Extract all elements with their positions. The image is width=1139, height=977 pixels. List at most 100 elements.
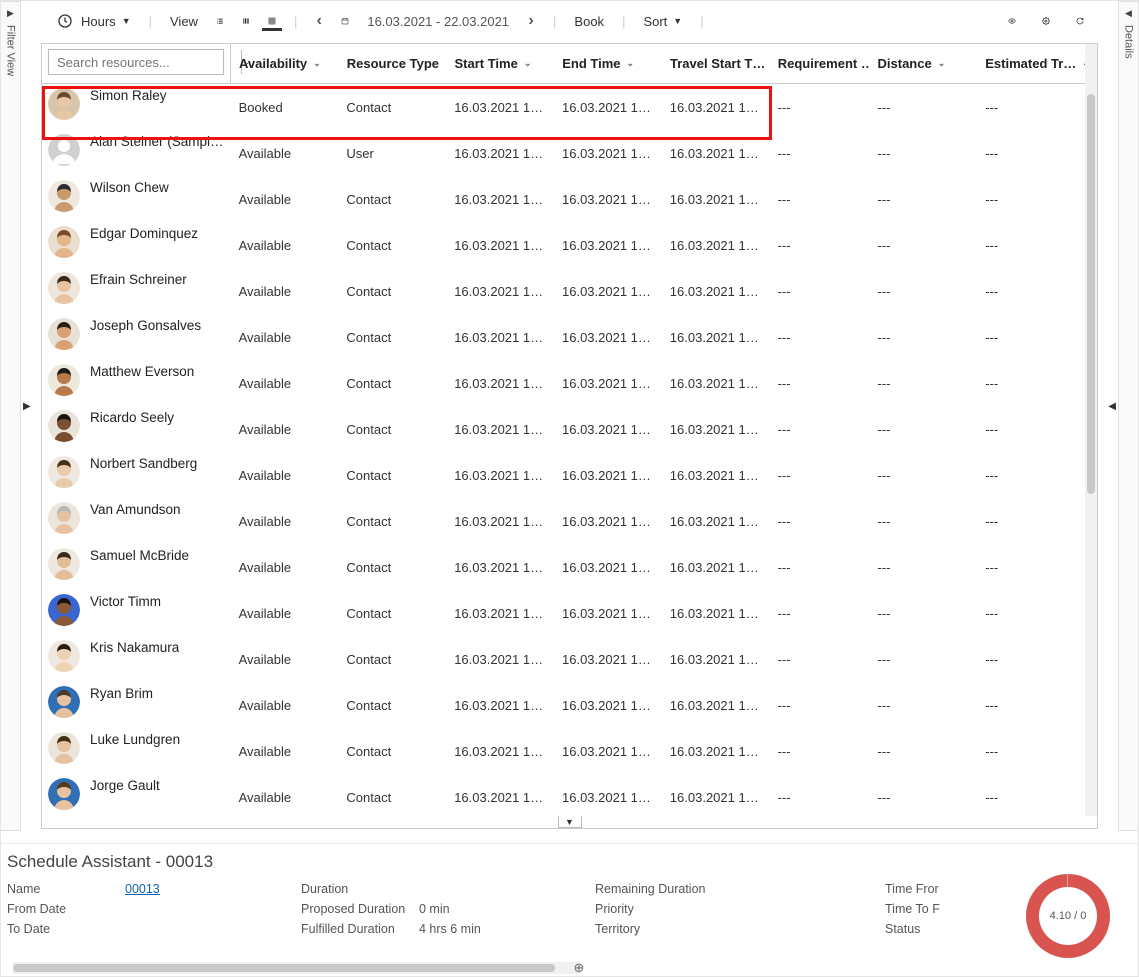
cell-travel-start: 16.03.2021 1… (662, 268, 770, 314)
resource-row[interactable]: Matthew EversonAvailableContact16.03.202… (42, 360, 1085, 406)
separator: | (700, 14, 703, 29)
cell-end-time: 16.03.2021 1… (554, 314, 662, 360)
requirement-link[interactable]: 00013 (125, 882, 301, 896)
col-start-time[interactable]: Start Time⌄ (447, 44, 555, 83)
cell-resource-type: Contact (338, 314, 446, 360)
cell-requirement: --- (770, 176, 870, 222)
cell-travel-start: 16.03.2021 1… (662, 314, 770, 360)
resource-grid: ⌄ Availability⌄ Resource Type⌄ Start Tim… (41, 43, 1098, 829)
resource-row[interactable]: Ricardo SeelyAvailableContact16.03.2021 … (42, 406, 1085, 452)
cell-end-time: 16.03.2021 1… (554, 268, 662, 314)
book-button[interactable]: Book (568, 10, 610, 33)
grid-view-button[interactable] (262, 11, 282, 31)
resource-name: Joseph Gonsalves (90, 318, 201, 333)
avatar (48, 318, 80, 350)
list-view-button[interactable] (210, 11, 230, 31)
avatar (48, 134, 80, 166)
clock-icon (55, 11, 75, 31)
left-edge-caret[interactable]: ▶ (23, 401, 31, 412)
col-travel-start[interactable]: Travel Start T…⌄ (662, 44, 770, 83)
scrollbar-thumb[interactable] (1087, 94, 1095, 494)
cell-travel-start: 16.03.2021 1… (662, 544, 770, 590)
col-distance[interactable]: Distance⌄ (870, 44, 978, 83)
col-estimated[interactable]: Estimated Tr…⌄ (977, 44, 1085, 83)
resource-row[interactable]: Victor TimmAvailableContact16.03.2021 1…… (42, 590, 1085, 636)
caret-down-icon: ▼ (673, 16, 682, 26)
cell-estimated: --- (977, 406, 1085, 452)
resource-row[interactable]: Luke LundgrenAvailableContact16.03.2021 … (42, 728, 1085, 774)
avatar (48, 640, 80, 672)
expand-grid-down[interactable]: ▼ (558, 816, 582, 828)
zoom-icon[interactable]: ⊕ (571, 960, 587, 976)
cell-resource-type: User (338, 130, 446, 176)
details-panel-tab[interactable]: ◀ Details (1118, 1, 1138, 831)
search-resources-input[interactable]: ⌄ (48, 49, 224, 75)
cell-estimated: --- (977, 498, 1085, 544)
resource-name: Jorge Gault (90, 778, 160, 793)
hours-label: Hours (81, 14, 116, 29)
sort-dropdown[interactable]: Sort ▼ (637, 10, 688, 33)
cell-end-time: 16.03.2021 1… (554, 222, 662, 268)
col-resource-type[interactable]: Resource Type⌄ (339, 44, 447, 83)
col-availability[interactable]: Availability⌄ (231, 44, 339, 83)
cell-estimated: --- (977, 452, 1085, 498)
cell-estimated: --- (977, 774, 1085, 816)
refresh-button[interactable] (1070, 11, 1090, 31)
avatar (48, 410, 80, 442)
col-requirement[interactable]: Requirement …⌄ (770, 44, 870, 83)
resource-row[interactable]: Ryan BrimAvailableContact16.03.2021 1…16… (42, 682, 1085, 728)
calendar-button[interactable] (335, 11, 355, 31)
next-period-button[interactable]: › (521, 11, 541, 31)
col-end-time[interactable]: End Time⌄ (554, 44, 662, 83)
filter-view-panel-tab[interactable]: ▶ Filter View (1, 1, 21, 831)
label-status: Status (885, 922, 1003, 936)
cell-travel-start: 16.03.2021 1… (662, 360, 770, 406)
horizontal-scrollbar[interactable] (13, 962, 578, 974)
cell-travel-start: 16.03.2021 1… (662, 728, 770, 774)
resource-row[interactable]: Efrain SchreinerAvailableContact16.03.20… (42, 268, 1085, 314)
cell-estimated: --- (977, 360, 1085, 406)
visibility-button[interactable] (1002, 11, 1022, 31)
cell-requirement: --- (770, 406, 870, 452)
right-edge-caret[interactable]: ◀ (1108, 401, 1116, 412)
panel-title: Schedule Assistant - 00013 (7, 852, 1132, 872)
cell-resource-type: Contact (338, 498, 446, 544)
cell-distance: --- (869, 176, 977, 222)
resource-row[interactable]: Norbert SandbergAvailableContact16.03.20… (42, 452, 1085, 498)
label-to-date: To Date (7, 922, 125, 936)
cell-estimated: --- (977, 222, 1085, 268)
cell-start-time: 16.03.2021 1… (446, 590, 554, 636)
resource-row[interactable]: Van AmundsonAvailableContact16.03.2021 1… (42, 498, 1085, 544)
hours-dropdown[interactable]: Hours ▼ (49, 7, 137, 35)
scrollbar-thumb[interactable] (13, 964, 555, 972)
resource-row[interactable]: Samuel McBrideAvailableContact16.03.2021… (42, 544, 1085, 590)
resource-row[interactable]: Alan Steiner (Sampl…AvailableUser16.03.2… (42, 130, 1085, 176)
column-view-button[interactable] (236, 11, 256, 31)
cell-start-time: 16.03.2021 1… (446, 268, 554, 314)
cell-availability: Available (231, 728, 339, 774)
view-label: View (164, 10, 204, 33)
resource-row[interactable]: Jorge GaultAvailableContact16.03.2021 1…… (42, 774, 1085, 816)
cell-distance: --- (869, 130, 977, 176)
avatar (48, 502, 80, 534)
cell-resource-type: Contact (338, 590, 446, 636)
separator: | (553, 14, 556, 29)
cell-resource-type: Contact (338, 774, 446, 816)
vertical-scrollbar[interactable] (1085, 44, 1097, 816)
resource-row[interactable]: Kris NakamuraAvailableContact16.03.2021 … (42, 636, 1085, 682)
resource-row[interactable]: Wilson ChewAvailableContact16.03.2021 1…… (42, 176, 1085, 222)
cell-availability: Available (231, 222, 339, 268)
resource-row[interactable]: Edgar DominquezAvailableContact16.03.202… (42, 222, 1085, 268)
cell-travel-start: 16.03.2021 1… (662, 130, 770, 176)
search-input[interactable] (49, 55, 241, 70)
expand-left-icon: ◀ (1125, 8, 1132, 19)
cell-estimated: --- (977, 84, 1085, 130)
settings-button[interactable] (1036, 11, 1056, 31)
resource-name: Van Amundson (90, 502, 181, 517)
cell-resource-type: Contact (338, 544, 446, 590)
resource-row[interactable]: Joseph GonsalvesAvailableContact16.03.20… (42, 314, 1085, 360)
prev-period-button[interactable]: ‹ (309, 11, 329, 31)
label-duration: Duration (301, 882, 419, 896)
date-range-label[interactable]: 16.03.2021 - 22.03.2021 (361, 10, 515, 33)
resource-row[interactable]: Simon RaleyBookedContact16.03.2021 1…16.… (42, 84, 1085, 130)
